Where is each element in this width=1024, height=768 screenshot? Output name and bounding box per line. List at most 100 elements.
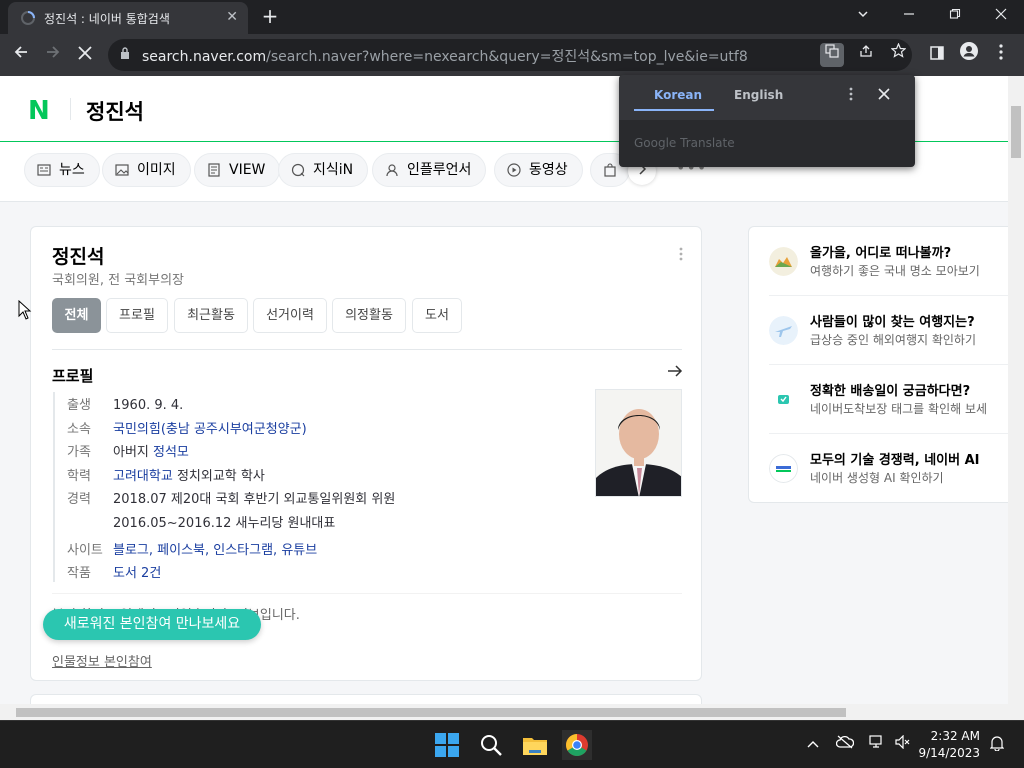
loading-icon — [21, 11, 35, 25]
tab-video-label: 동영상 — [529, 162, 568, 178]
translate-popup-header: Korean English — [619, 75, 915, 120]
tab-images-label: 이미지 — [137, 162, 176, 178]
profile-row-family: 가족 아버지 정석모 — [67, 445, 189, 460]
self-participation-link[interactable]: 인물정보 본인참여 — [52, 651, 152, 670]
volume-muted-icon[interactable] — [894, 734, 912, 753]
news-icon — [37, 164, 51, 176]
close-window-icon[interactable] — [986, 4, 1016, 28]
next-result-card — [30, 694, 702, 704]
address-bar[interactable]: search.naver.com/search.naver?where=nexe… — [108, 39, 912, 71]
new-tab-button[interactable]: + — [258, 4, 282, 28]
profile-tab-legislative[interactable]: 의정활동 — [332, 298, 406, 333]
vertical-scroll-thumb[interactable] — [1011, 106, 1021, 158]
person-name[interactable]: 정진석 — [52, 242, 104, 269]
menu-dots-icon[interactable] — [988, 42, 1014, 68]
horizontal-scroll-thumb[interactable] — [16, 708, 846, 717]
profile-tab-profile[interactable]: 프로필 — [106, 298, 168, 333]
tab-search-icon[interactable] — [848, 4, 878, 28]
tab-view[interactable]: VIEW — [194, 153, 281, 187]
tab-kin-label: 지식iN — [313, 162, 354, 178]
tab-video[interactable]: 동영상 — [494, 153, 583, 187]
father-link[interactable]: 정석모 — [153, 445, 189, 460]
windows-start-icon[interactable] — [432, 730, 462, 760]
search-icon[interactable] — [476, 730, 506, 760]
translate-popup: Korean English Google Translate — [619, 75, 915, 167]
shopping-bag-icon — [604, 163, 616, 177]
works-link[interactable]: 도서 2건 — [113, 566, 161, 581]
search-query[interactable]: 정진석 — [86, 96, 144, 126]
autumn-leaf-icon — [769, 247, 798, 276]
profile-row-education: 학력 고려대학교 정치외교학 학사 — [67, 469, 265, 484]
delivery-tag-icon — [769, 385, 798, 414]
profile-tab-books[interactable]: 도서 — [412, 298, 462, 333]
profile-row-works: 작품 도서 2건 — [67, 566, 162, 581]
translate-close-icon[interactable] — [878, 85, 890, 104]
naver-ai-icon — [769, 454, 798, 483]
cloud-icon[interactable] — [835, 735, 855, 753]
back-icon[interactable] — [8, 42, 34, 68]
lang-tab-korean[interactable]: Korean — [654, 88, 702, 102]
person-subtitle: 국회의원, 전 국회부의장 — [52, 273, 184, 288]
self-participation-toast[interactable]: 새로워진 본인참여 만나보세요 — [43, 609, 261, 640]
stop-loading-icon[interactable] — [72, 42, 98, 68]
tab-kin[interactable]: 지식iN — [278, 153, 369, 187]
school-link[interactable]: 고려대학교 — [113, 469, 173, 484]
restore-icon[interactable] — [940, 4, 970, 28]
card-divider — [52, 349, 682, 350]
promo-item-destinations[interactable]: 사람들이 많이 찾는 여행지는? 급상승 중인 해외여행지 확인하기 — [749, 296, 1008, 365]
tab-view-label: VIEW — [229, 162, 266, 178]
profile-photo[interactable] — [595, 389, 682, 497]
tray-chevron-icon[interactable] — [804, 735, 822, 753]
profile-row-birth: 출생 1960. 9. 4. — [67, 398, 184, 413]
tab-close-icon[interactable]: ✕ — [226, 9, 238, 25]
lang-tab-english[interactable]: English — [734, 88, 783, 102]
clock-date[interactable]: 9/14/2023 — [916, 746, 980, 760]
affiliation-link[interactable]: 국민의힘(충남 공주시부여군청양군) — [113, 422, 307, 437]
bookmark-star-icon[interactable] — [886, 42, 910, 67]
profile-icon[interactable] — [956, 42, 982, 68]
share-icon[interactable] — [854, 43, 878, 67]
windows-taskbar: 2:32 AM 9/14/2023 — [0, 720, 1024, 768]
profile-vertical-rule — [53, 392, 55, 582]
mouse-cursor-icon — [18, 300, 32, 320]
profile-row-affiliation: 소속 국민의힘(충남 공주시부여군청양군) — [67, 422, 307, 437]
arrow-right-icon[interactable] — [667, 363, 683, 383]
translate-menu-icon[interactable] — [849, 87, 853, 105]
vertical-scrollbar[interactable] — [1008, 76, 1024, 704]
clock-time[interactable]: 2:32 AM — [930, 729, 980, 743]
header-divider — [70, 98, 71, 120]
profile-row-career: 경력 2018.07 제20대 국회 후반기 외교통일위원회 위원 — [67, 492, 396, 507]
chrome-icon[interactable] — [562, 730, 592, 760]
browser-tab[interactable]: 정진석 : 네이버 통합검색 ✕ — [8, 2, 248, 34]
tab-news[interactable]: 뉴스 — [24, 153, 100, 187]
translate-icon[interactable] — [820, 43, 844, 67]
naver-logo[interactable]: N — [28, 96, 50, 126]
promo-item-delivery[interactable]: 정확한 배송일이 궁금하다면? 네이버도착보장 태그를 확인해 보세 — [749, 365, 1008, 434]
browser-toolbar: search.naver.com/search.naver?where=nexe… — [0, 34, 1024, 76]
notification-bell-icon[interactable] — [988, 735, 1006, 753]
question-icon — [291, 163, 305, 177]
url-text: search.naver.com/search.naver?where=nexe… — [142, 49, 748, 65]
profile-tab-all[interactable]: 전체 — [52, 298, 101, 333]
profile-row-career-2: 2016.05~2016.12 새누리당 원내대표 — [113, 516, 336, 531]
lock-icon — [121, 47, 129, 59]
card-menu-icon[interactable] — [679, 247, 683, 265]
profile-tab-recent[interactable]: 최근활동 — [174, 298, 248, 333]
tab-influencer[interactable]: 인플루언서 — [372, 153, 487, 187]
file-explorer-icon[interactable] — [520, 730, 550, 760]
minimize-icon[interactable] — [894, 4, 924, 28]
image-icon — [115, 164, 129, 176]
google-translate-brand: Google Translate — [634, 136, 735, 150]
side-panel-icon[interactable] — [924, 42, 950, 68]
forward-icon[interactable] — [40, 42, 66, 68]
tab-title: 정진석 : 네이버 통합검색 — [44, 12, 170, 26]
tab-influencer-label: 인플루언서 — [407, 162, 472, 178]
network-icon[interactable] — [868, 735, 886, 753]
promo-item-travel[interactable]: 올가을, 어디로 떠나볼까? 여행하기 좋은 국내 명소 모아보기 — [749, 227, 1008, 296]
airplane-icon — [769, 316, 798, 345]
tab-images[interactable]: 이미지 — [102, 153, 191, 187]
site-links[interactable]: 블로그, 페이스북, 인스타그램, 유튜브 — [113, 543, 317, 558]
profile-tab-election[interactable]: 선거이력 — [253, 298, 327, 333]
horizontal-scrollbar[interactable] — [0, 704, 1024, 720]
promo-item-naver-ai[interactable]: 모두의 기술 경쟁력, 네이버 AI 네이버 생성형 AI 확인하기 — [749, 434, 1008, 502]
